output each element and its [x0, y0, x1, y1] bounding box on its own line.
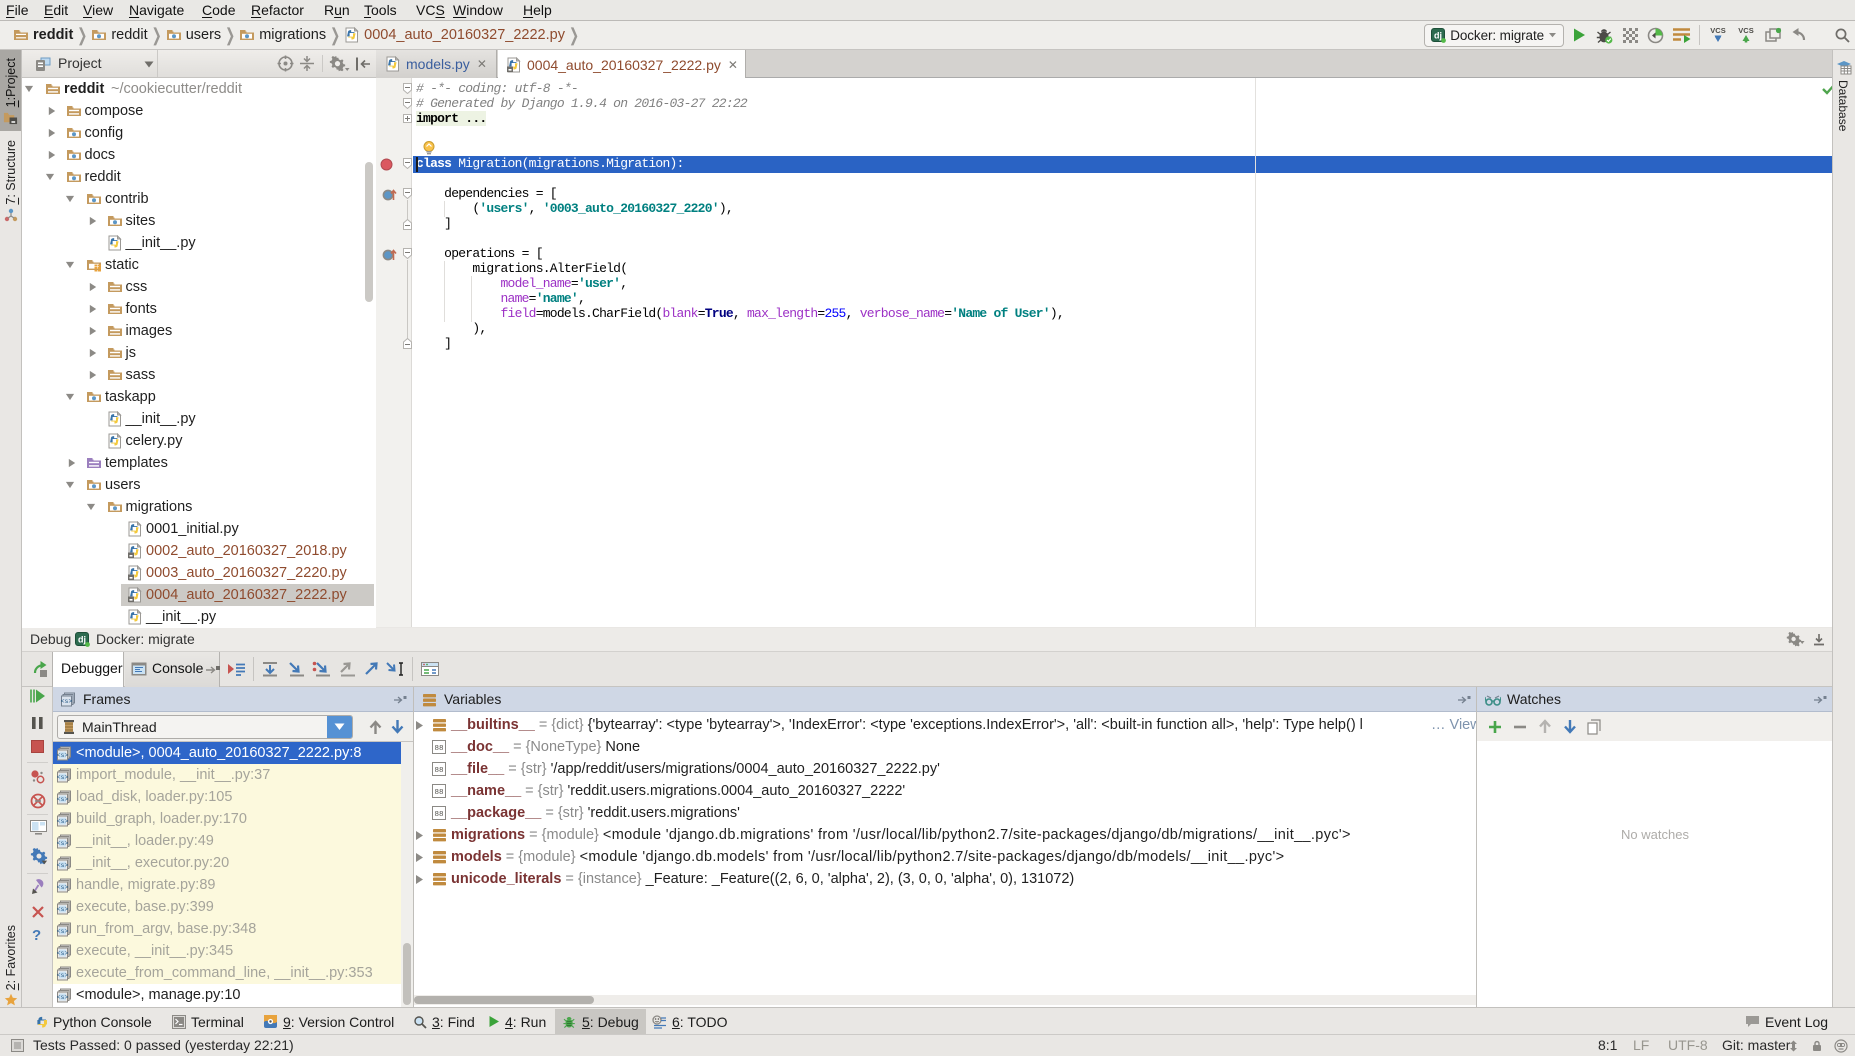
svg-text:<s>: <s> [57, 796, 68, 803]
svg-text:88: 88 [434, 745, 443, 753]
svg-text:VCS: VCS [1738, 26, 1753, 35]
svg-text:88: 88 [434, 789, 443, 797]
svg-text:<s>: <s> [57, 774, 68, 781]
svg-text:<s>: <s> [61, 698, 72, 705]
svg-text:<s>: <s> [57, 862, 68, 869]
svg-text:<s>: <s> [57, 994, 68, 1001]
svg-text:<s>: <s> [57, 928, 68, 935]
svg-text:88: 88 [434, 811, 443, 819]
svg-text:<s>: <s> [57, 950, 68, 957]
svg-text:VCS: VCS [1710, 26, 1725, 35]
svg-text:<s>: <s> [57, 818, 68, 825]
svg-text:<s>: <s> [57, 906, 68, 913]
svg-text:<s>: <s> [57, 884, 68, 891]
svg-text:<s>: <s> [57, 752, 68, 759]
svg-text:88: 88 [434, 767, 443, 775]
svg-text:dj: dj [78, 635, 86, 645]
svg-text:<s>: <s> [57, 840, 68, 847]
svg-text:dj: dj [1434, 30, 1442, 40]
svg-text:<s>: <s> [57, 972, 68, 979]
